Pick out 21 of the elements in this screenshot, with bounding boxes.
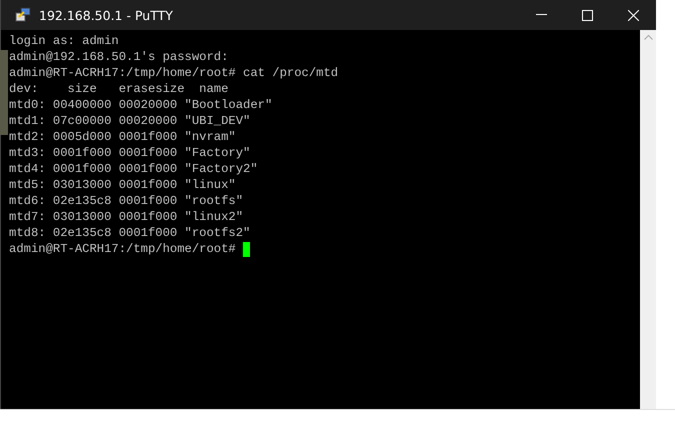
terminal-line: login as: admin: [9, 33, 120, 49]
terminal-line: dev: size erasesize name: [9, 81, 230, 97]
terminal-line: admin@192.168.50.1's password:: [9, 49, 230, 65]
terminal-line: mtd0: 00400000 00020000 "Bootloader": [9, 97, 274, 113]
terminal-line: mtd5: 03013000 0001f000 "linux": [9, 177, 237, 193]
maximize-icon: [582, 10, 592, 20]
shell-prompt: admin@RT-ACRH17:/tmp/home/root#: [9, 241, 236, 257]
close-icon: [628, 10, 638, 20]
terminal-line: mtd2: 0005d000 0001f000 "nvram": [9, 129, 237, 145]
terminal-line: mtd1: 07c00000 00020000 "UBI_DEV": [9, 113, 252, 129]
terminal-line: mtd3: 0001f000 0001f000 "Factory": [9, 145, 252, 161]
terminal-line: admin@RT-ACRH17:/tmp/home/root# cat /proc/mtd: [9, 65, 340, 81]
terminal-line: mtd6: 02e135c8 0001f000 "rootfs": [9, 193, 244, 209]
window-title: 192.168.50.1 - PuTTY: [39, 8, 174, 22]
terminal-line: mtd4: 0001f000 0001f000 "Factory2": [9, 161, 259, 177]
scrollbar[interactable]: [640, 30, 656, 410]
text-cursor: [242, 242, 250, 256]
minimize-icon: [536, 14, 546, 16]
computer-icon: [15, 7, 31, 23]
terminal-line: mtd7: 03013000 0001f000 "linux2": [9, 209, 244, 225]
terminal-line: mtd8: 02e135c8 0001f000 "rootfs2": [9, 225, 252, 241]
